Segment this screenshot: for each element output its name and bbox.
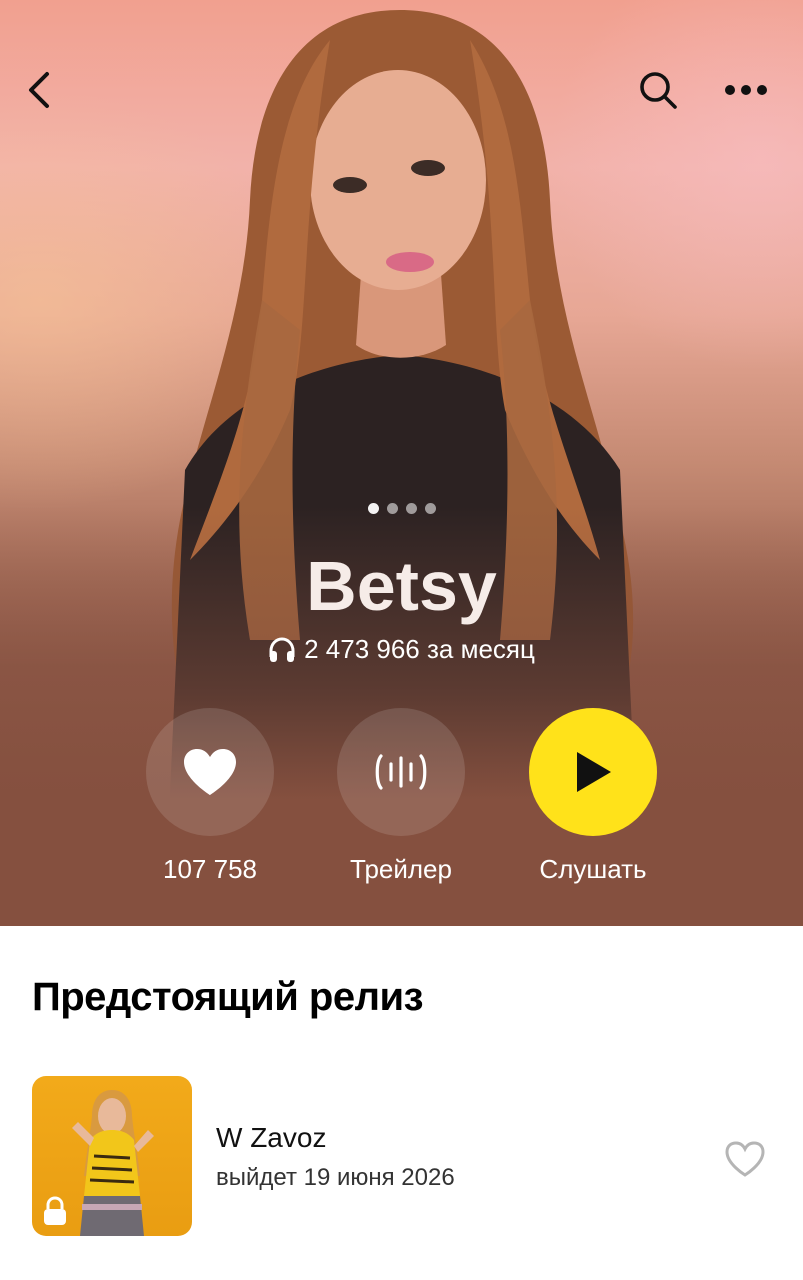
back-button[interactable] <box>10 60 70 120</box>
like-action: 107 758 <box>130 708 290 885</box>
listen-label: Слушать <box>539 854 647 884</box>
lock-icon <box>44 1196 66 1225</box>
monthly-listeners: 2 473 966 за месяц <box>0 634 803 665</box>
release-date: выйдет 19 июня 2026 <box>216 1164 455 1191</box>
gallery-indicator <box>0 503 803 514</box>
play-button[interactable] <box>529 708 657 836</box>
upcoming-release-item[interactable]: W Zavoz выйдет 19 июня 2026 <box>32 1076 772 1238</box>
release-title: W Zavoz <box>216 1122 327 1153</box>
listeners-count: 2 473 966 за месяц <box>304 634 535 664</box>
play-icon <box>577 752 611 792</box>
more-button[interactable] <box>716 60 776 120</box>
artist-header: Betsy 2 473 966 за месяц 107 758 Трейлер… <box>0 0 803 926</box>
like-count: 107 758 <box>163 854 257 884</box>
gallery-dot[interactable] <box>424 503 436 514</box>
gallery-dot[interactable] <box>367 503 379 514</box>
release-cover <box>32 1076 192 1236</box>
search-icon <box>640 72 677 109</box>
search-button[interactable] <box>628 60 688 120</box>
heart-icon <box>184 749 236 795</box>
trailer-action: Трейлер <box>321 708 481 885</box>
gallery-dot[interactable] <box>405 503 417 514</box>
chevron-left-icon <box>29 72 49 108</box>
more-horizontal-icon <box>725 85 767 95</box>
artist-name: Betsy <box>306 547 497 625</box>
headphones-icon <box>269 636 295 662</box>
trailer-wave-icon <box>375 754 427 790</box>
gallery-dot[interactable] <box>386 503 398 514</box>
like-button[interactable] <box>146 708 274 836</box>
listen-action: Слушать <box>513 708 673 885</box>
heart-outline-icon <box>725 1141 765 1177</box>
upcoming-release-title: Предстоящий релиз <box>32 975 423 1019</box>
favorite-release-button[interactable] <box>720 1134 770 1184</box>
trailer-button[interactable] <box>337 708 465 836</box>
trailer-label: Трейлер <box>350 854 452 884</box>
